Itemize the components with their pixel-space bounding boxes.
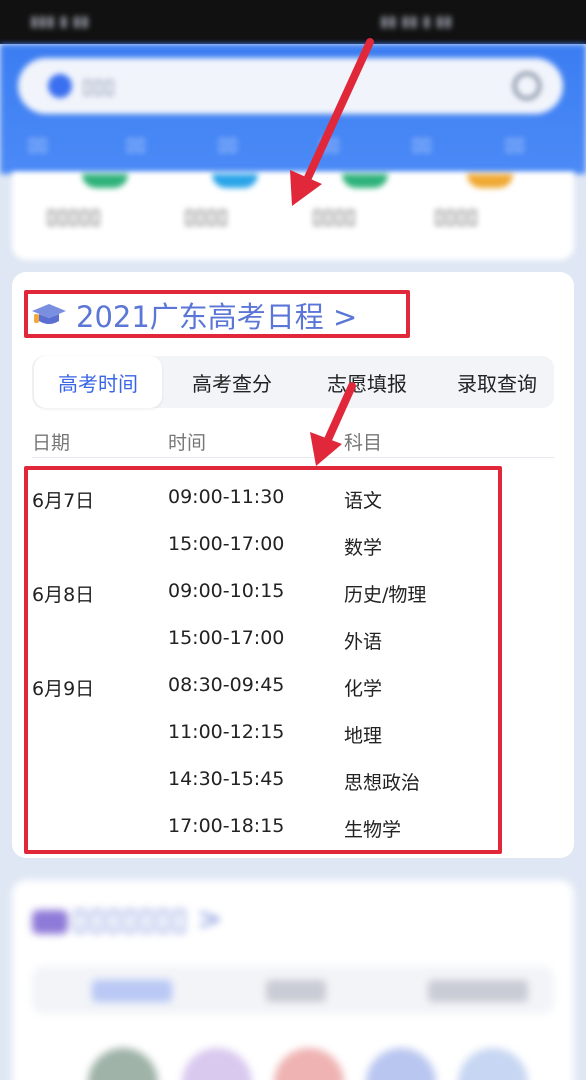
graduation-cap-icon xyxy=(32,910,68,934)
tab-score-query[interactable]: 高考查分 xyxy=(172,356,292,408)
entry-icon xyxy=(82,174,128,188)
title-highlight-box xyxy=(24,290,410,338)
tab-volunteer-fill[interactable]: 志愿填报 xyxy=(302,356,432,408)
table-header: 日期 时间 科目 xyxy=(32,428,554,458)
status-bar: ▮▮▮ ▮ ▮▮ ▮▮ ▮▮ ▮ ▮▮ xyxy=(0,0,586,44)
big-data-tabs xyxy=(32,966,554,1014)
entry-label[interactable]: ▯▯▯▯ xyxy=(312,204,356,228)
nav-item[interactable]: ▯▯ xyxy=(126,134,146,155)
column-date: 日期 xyxy=(32,432,71,454)
column-subject: 科目 xyxy=(344,432,383,454)
nav-item[interactable]: ▯▯ xyxy=(412,134,432,155)
entry-label[interactable]: ▯▯▯▯ xyxy=(184,204,228,228)
tab-exam-time[interactable]: 高考时间 xyxy=(34,356,162,408)
tab-admission-query[interactable]: 录取查询 xyxy=(437,356,557,408)
big-data-tab[interactable] xyxy=(428,980,528,1002)
entry-icon xyxy=(467,174,513,188)
nav-item[interactable]: ▯▯ xyxy=(218,134,238,155)
stat-circle xyxy=(88,1048,158,1080)
nav-item[interactable]: ▯▯ xyxy=(28,134,48,155)
big-data-card: ▯▯▯▯▯▯▯ > xyxy=(12,880,574,1080)
status-right-text: ▮▮ ▮▮ ▮ ▮▮ xyxy=(380,12,453,30)
camera-icon[interactable] xyxy=(513,72,541,100)
quick-entry-card: ▯▯▯▯▯ ▯▯▯▯ ▯▯▯▯ ▯▯▯▯ xyxy=(12,172,574,260)
stat-circle xyxy=(182,1048,252,1080)
top-nav: ▯▯ ▯▯ ▯▯ ▯▯ ▯▯ ▯▯ xyxy=(0,128,586,164)
status-left-text: ▮▮▮ ▮ ▮▮ xyxy=(30,12,90,30)
nav-item[interactable]: ▯▯ xyxy=(505,134,525,155)
stat-circle xyxy=(366,1048,436,1080)
search-bar[interactable]: ▯▯▯ xyxy=(18,58,563,114)
entry-label[interactable]: ▯▯▯▯ xyxy=(434,204,478,228)
search-logo-icon xyxy=(48,74,72,98)
big-data-tab[interactable] xyxy=(92,980,172,1002)
entry-icon xyxy=(212,174,258,188)
table-highlight-box xyxy=(24,466,502,854)
big-data-tab[interactable] xyxy=(266,980,326,1002)
entry-label[interactable]: ▯▯▯▯▯ xyxy=(46,204,101,228)
schedule-tabs: 高考时间 高考查分 志愿填报 录取查询 xyxy=(32,356,554,408)
stat-circle xyxy=(458,1048,528,1080)
nav-item[interactable]: ▯▯ xyxy=(320,134,340,155)
big-data-title[interactable]: ▯▯▯▯▯▯▯ > xyxy=(72,902,222,937)
column-time: 时间 xyxy=(168,432,207,454)
entry-icon xyxy=(342,174,388,188)
stat-circle xyxy=(274,1048,344,1080)
search-placeholder: ▯▯▯ xyxy=(82,74,116,98)
